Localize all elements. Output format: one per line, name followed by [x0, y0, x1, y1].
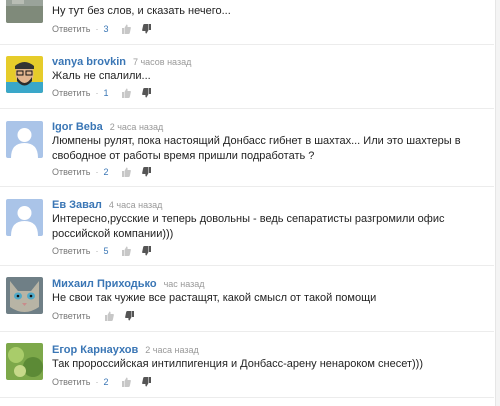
comment-text: Жаль не спалили...	[52, 70, 151, 82]
comment-time: 2 часа назад	[109, 122, 164, 132]
avatar[interactable]	[6, 0, 43, 23]
comment-text: Ну тут без слов, и сказать нечего...	[52, 5, 231, 17]
comment-text: Люмпены рулят, пока настоящий Донбасс ги…	[52, 135, 461, 162]
reply-link[interactable]: Ответить	[52, 311, 90, 321]
likes-count: 5	[103, 246, 109, 256]
comment-actions: Ответить · 5	[52, 245, 152, 257]
thumbs-up-icon[interactable]	[121, 167, 131, 177]
comment-time: час назад	[163, 279, 205, 289]
scrollbar[interactable]	[495, 0, 500, 406]
comment-author[interactable]: vanya brovkin 7 часов назад	[52, 56, 191, 68]
comment-author[interactable]: Ев Завал 4 часа назад	[52, 199, 162, 211]
divider	[0, 44, 494, 45]
comment-time: 4 часа назад	[108, 200, 163, 210]
comment-actions: Ответить · 2	[52, 166, 152, 178]
comment-author[interactable]: Егор Карнаухов 2 часа назад	[52, 344, 199, 356]
comment-actions: Ответить · 2	[52, 376, 152, 388]
thumbs-down-icon[interactable]	[141, 246, 152, 256]
thumbs-down-icon[interactable]	[141, 88, 152, 98]
likes-count: 2	[103, 167, 109, 177]
thumbs-down-icon[interactable]	[141, 24, 152, 34]
comment-author[interactable]: Igor Beba 2 часа назад	[52, 121, 163, 133]
thumbs-up-icon[interactable]	[121, 88, 131, 98]
thumbs-up-icon[interactable]	[121, 246, 131, 256]
reply-link[interactable]: Ответить	[52, 167, 90, 177]
avatar[interactable]	[6, 121, 43, 158]
comment-actions: Ответить · 1	[52, 87, 152, 99]
divider	[0, 186, 494, 187]
avatar[interactable]	[6, 199, 43, 236]
thumbs-down-icon[interactable]	[125, 311, 135, 321]
thumbs-up-icon[interactable]	[121, 377, 131, 387]
likes-count: 1	[103, 88, 109, 98]
likes-count: 3	[103, 24, 109, 34]
divider	[0, 108, 494, 109]
comment-author[interactable]: Михаил Приходько час назад	[52, 278, 205, 290]
comment-actions: Ответить · 3	[52, 23, 152, 35]
thumbs-down-icon[interactable]	[141, 167, 152, 177]
comment-time: 2 часа назад	[145, 345, 199, 355]
avatar[interactable]	[6, 277, 43, 314]
comment-actions: Ответить	[52, 310, 135, 322]
avatar[interactable]	[6, 56, 43, 93]
comment-time: 7 часов назад	[132, 57, 192, 67]
avatar[interactable]	[6, 343, 43, 380]
comment-text: Интересно,русские и теперь довольны - ве…	[52, 213, 445, 240]
divider	[0, 265, 494, 266]
thumbs-up-icon[interactable]	[121, 24, 131, 34]
thumbs-up-icon[interactable]	[104, 311, 115, 321]
comment-text: Так пророссийская интилпигенция и Донбас…	[52, 358, 423, 370]
reply-link[interactable]: Ответить	[52, 377, 90, 387]
reply-link[interactable]: Ответить	[52, 88, 90, 98]
reply-link[interactable]: Ответить	[52, 246, 90, 256]
divider	[0, 331, 494, 332]
divider	[0, 397, 494, 398]
likes-count: 2	[103, 377, 109, 387]
thumbs-down-icon[interactable]	[141, 377, 152, 387]
reply-link[interactable]: Ответить	[52, 24, 90, 34]
comment-text: Не свои так чужие все растащят, какой см…	[52, 292, 377, 304]
